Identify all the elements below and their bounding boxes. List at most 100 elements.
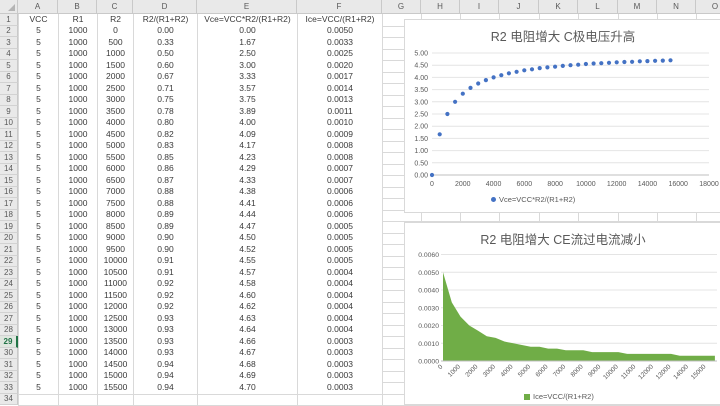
cell-D30[interactable]: 0.93 <box>134 348 197 359</box>
row-header-17[interactable]: 17 <box>0 198 18 210</box>
cell-C6[interactable]: 2000 <box>98 72 133 83</box>
column-header-F[interactable]: F <box>297 0 382 14</box>
cell-C13[interactable]: 5500 <box>98 152 133 163</box>
cell-B3[interactable]: 1000 <box>59 37 97 48</box>
cell-F17[interactable]: 0.0006 <box>298 198 382 209</box>
row-header-15[interactable]: 15 <box>0 175 18 187</box>
cell-E25[interactable]: 4.60 <box>198 290 297 301</box>
cell-A17[interactable]: 5 <box>19 198 58 209</box>
cell-C31[interactable]: 14500 <box>98 359 133 370</box>
cell-E29[interactable]: 4.66 <box>198 336 297 347</box>
cell-B27[interactable]: 1000 <box>59 313 97 324</box>
cell-E33[interactable]: 4.70 <box>198 382 297 393</box>
cell-E32[interactable]: 4.69 <box>198 371 297 382</box>
cell-F32[interactable]: 0.0003 <box>298 371 382 382</box>
chart-ice-area[interactable]: R2 电阻增大 CE流过电流减小 0.00000.00100.00200.003… <box>404 222 720 405</box>
cell-A19[interactable]: 5 <box>19 221 58 232</box>
cell-F19[interactable]: 0.0005 <box>298 221 382 232</box>
cell-D28[interactable]: 0.93 <box>134 325 197 336</box>
cell-A12[interactable]: 5 <box>19 141 58 152</box>
row-header-5[interactable]: 5 <box>0 60 18 72</box>
cell-C25[interactable]: 11500 <box>98 290 133 301</box>
cell-B9[interactable]: 1000 <box>59 106 97 117</box>
cell-F2[interactable]: 0.0050 <box>298 26 382 37</box>
cell-E19[interactable]: 4.47 <box>198 221 297 232</box>
cell-B17[interactable]: 1000 <box>59 198 97 209</box>
cell-C30[interactable]: 14000 <box>98 348 133 359</box>
cell-C23[interactable]: 10500 <box>98 267 133 278</box>
cell-A24[interactable]: 5 <box>19 279 58 290</box>
cell-E2[interactable]: 0.00 <box>198 26 297 37</box>
cell-A14[interactable]: 5 <box>19 164 58 175</box>
cell-F7[interactable]: 0.0014 <box>298 83 382 94</box>
cell-A21[interactable]: 5 <box>19 244 58 255</box>
cell-B33[interactable]: 1000 <box>59 382 97 393</box>
cell-A27[interactable]: 5 <box>19 313 58 324</box>
cell-D15[interactable]: 0.87 <box>134 175 197 186</box>
row-header-27[interactable]: 27 <box>0 313 18 325</box>
cell-B21[interactable]: 1000 <box>59 244 97 255</box>
cell-C4[interactable]: 1000 <box>98 49 133 60</box>
cell-B13[interactable]: 1000 <box>59 152 97 163</box>
cell-E8[interactable]: 3.75 <box>198 95 297 106</box>
cell-B10[interactable]: 1000 <box>59 118 97 129</box>
cell-D12[interactable]: 0.83 <box>134 141 197 152</box>
cell-F4[interactable]: 0.0025 <box>298 49 382 60</box>
cell-B15[interactable]: 1000 <box>59 175 97 186</box>
cell-B22[interactable]: 1000 <box>59 256 97 267</box>
cell-E30[interactable]: 4.67 <box>198 348 297 359</box>
cell-E18[interactable]: 4.44 <box>198 210 297 221</box>
cell-C28[interactable]: 13000 <box>98 325 133 336</box>
cell-A33[interactable]: 5 <box>19 382 58 393</box>
cell-B18[interactable]: 1000 <box>59 210 97 221</box>
cell-E31[interactable]: 4.68 <box>198 359 297 370</box>
column-header-J[interactable]: J <box>499 0 539 14</box>
cell-A26[interactable]: 5 <box>19 302 58 313</box>
cell-B8[interactable]: 1000 <box>59 95 97 106</box>
row-header-1[interactable]: 1 <box>0 14 18 26</box>
cell-C27[interactable]: 12500 <box>98 313 133 324</box>
column-header-B[interactable]: B <box>58 0 97 14</box>
cell-C16[interactable]: 7000 <box>98 187 133 198</box>
row-header-33[interactable]: 33 <box>0 382 18 394</box>
cell-A28[interactable]: 5 <box>19 325 58 336</box>
cell-C10[interactable]: 4000 <box>98 118 133 129</box>
cell-C19[interactable]: 8500 <box>98 221 133 232</box>
cell-D33[interactable]: 0.94 <box>134 382 197 393</box>
row-header-2[interactable]: 2 <box>0 26 18 38</box>
cell-E10[interactable]: 4.00 <box>198 118 297 129</box>
cell-B14[interactable]: 1000 <box>59 164 97 175</box>
row-header-13[interactable]: 13 <box>0 152 18 164</box>
cell-D11[interactable]: 0.82 <box>134 129 197 140</box>
cell-D31[interactable]: 0.94 <box>134 359 197 370</box>
cell-F25[interactable]: 0.0004 <box>298 290 382 301</box>
cell-E6[interactable]: 3.33 <box>198 72 297 83</box>
cell-E11[interactable]: 4.09 <box>198 129 297 140</box>
cell-B6[interactable]: 1000 <box>59 72 97 83</box>
cell-F20[interactable]: 0.0005 <box>298 233 382 244</box>
row-header-3[interactable]: 3 <box>0 37 18 49</box>
cell-C9[interactable]: 3500 <box>98 106 133 117</box>
cell-D1[interactable]: R2/(R1+R2) <box>134 14 197 25</box>
cell-A20[interactable]: 5 <box>19 233 58 244</box>
row-header-21[interactable]: 21 <box>0 244 18 256</box>
cell-A2[interactable]: 5 <box>19 26 58 37</box>
cell-C15[interactable]: 6500 <box>98 175 133 186</box>
cell-C2[interactable]: 0 <box>98 26 133 37</box>
cell-D21[interactable]: 0.90 <box>134 244 197 255</box>
cell-F6[interactable]: 0.0017 <box>298 72 382 83</box>
cell-C11[interactable]: 4500 <box>98 129 133 140</box>
cell-E27[interactable]: 4.63 <box>198 313 297 324</box>
cell-E4[interactable]: 2.50 <box>198 49 297 60</box>
cell-B5[interactable]: 1000 <box>59 60 97 71</box>
cell-A10[interactable]: 5 <box>19 118 58 129</box>
column-header-D[interactable]: D <box>133 0 197 14</box>
cell-C22[interactable]: 10000 <box>98 256 133 267</box>
cell-D27[interactable]: 0.93 <box>134 313 197 324</box>
cell-D3[interactable]: 0.33 <box>134 37 197 48</box>
row-header-4[interactable]: 4 <box>0 49 18 61</box>
cell-D19[interactable]: 0.89 <box>134 221 197 232</box>
row-header-29[interactable]: 29 <box>0 336 18 348</box>
cell-F14[interactable]: 0.0007 <box>298 164 382 175</box>
cell-B2[interactable]: 1000 <box>59 26 97 37</box>
